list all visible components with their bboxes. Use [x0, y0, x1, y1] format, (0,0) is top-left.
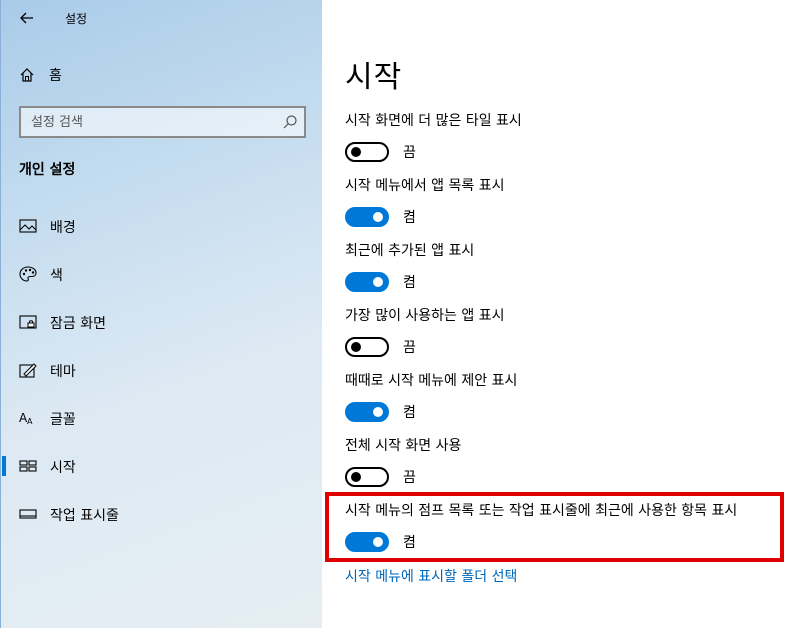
toggle-state: 켬	[403, 210, 416, 226]
most-used-toggle[interactable]	[345, 337, 389, 357]
toggle-state: 켬	[403, 275, 416, 291]
setting-most-used: 가장 많이 사용하는 앱 표시 끔	[345, 307, 785, 357]
sidebar-item-background[interactable]: 배경	[1, 208, 323, 244]
suggestions-toggle[interactable]	[345, 402, 389, 422]
taskbar-icon	[19, 509, 37, 519]
sidebar-item-lock-screen[interactable]: 잠금 화면	[1, 304, 323, 340]
svg-text:A: A	[27, 417, 33, 426]
toggle-knob	[351, 342, 361, 352]
setting-recently-added: 최근에 추가된 앱 표시 켬	[345, 242, 785, 292]
sidebar-item-label: 테마	[50, 364, 76, 380]
setting-full-screen: 전체 시작 화면 사용 끔	[345, 437, 785, 487]
sidebar-item-label: 잠금 화면	[50, 316, 106, 332]
search-input[interactable]	[31, 114, 271, 130]
start-icon	[19, 460, 37, 472]
toggle-state: 켬	[403, 405, 416, 421]
theme-icon	[19, 363, 37, 378]
lock-screen-icon	[19, 315, 37, 329]
setting-more-tiles: 시작 화면에 더 많은 타일 표시 끔	[345, 112, 785, 162]
search-icon[interactable]	[282, 114, 298, 130]
setting-suggestions: 때때로 시작 메뉴에 제안 표시 켬	[345, 372, 785, 422]
sidebar-item-taskbar[interactable]: 작업 표시줄	[1, 496, 323, 532]
app-list-toggle[interactable]	[345, 207, 389, 227]
sidebar-item-label: 시작	[50, 460, 76, 476]
font-icon: A A	[19, 411, 33, 426]
app-title: 설정	[65, 12, 88, 26]
toggle-knob	[351, 472, 361, 482]
section-title: 개인 설정	[19, 162, 76, 178]
back-button[interactable]	[15, 6, 39, 30]
setting-label: 전체 시작 화면 사용	[345, 438, 462, 454]
toggle-state: 끔	[403, 340, 416, 356]
sidebar-item-label: 글꼴	[50, 412, 76, 428]
sidebar-item-theme[interactable]: 테마	[1, 352, 323, 388]
home-label: 홈	[49, 68, 62, 84]
sidebar-item-label: 배경	[50, 220, 76, 236]
sidebar-item-label: 색	[50, 268, 63, 284]
palette-icon	[19, 266, 37, 282]
setting-label: 때때로 시작 메뉴에 제안 표시	[345, 373, 518, 389]
more-tiles-toggle[interactable]	[345, 142, 389, 162]
toggle-state: 끔	[403, 145, 416, 161]
sidebar: 설정 홈 개인 설정 배경 색	[0, 0, 322, 628]
back-arrow-icon	[20, 12, 33, 24]
sidebar-item-label: 작업 표시줄	[50, 508, 119, 524]
toggle-knob	[373, 407, 383, 417]
setting-label: 시작 화면에 더 많은 타일 표시	[345, 113, 522, 129]
toggle-state: 끔	[403, 470, 416, 486]
toggle-knob	[351, 147, 361, 157]
sidebar-item-fonts[interactable]: A A 글꼴	[1, 400, 323, 436]
page-title: 시작	[345, 60, 403, 95]
full-screen-toggle[interactable]	[345, 467, 389, 487]
title-bar: 설정	[1, 0, 323, 36]
toggle-knob	[373, 277, 383, 287]
search-box[interactable]	[19, 106, 306, 138]
setting-app-list: 시작 메뉴에서 앱 목록 표시 켬	[345, 177, 785, 227]
image-icon	[19, 219, 37, 233]
setting-label: 시작 메뉴에서 앱 목록 표시	[345, 178, 505, 194]
highlight-box	[325, 492, 784, 562]
recently-added-toggle[interactable]	[345, 272, 389, 292]
home-icon	[20, 68, 34, 82]
choose-folders-link[interactable]: 시작 메뉴에 표시할 폴더 선택	[345, 566, 517, 586]
sidebar-item-color[interactable]: 색	[1, 256, 323, 292]
home-button[interactable]: 홈	[19, 62, 299, 88]
setting-label: 가장 많이 사용하는 앱 표시	[345, 308, 505, 324]
toggle-knob	[373, 212, 383, 222]
sidebar-item-start[interactable]: 시작	[1, 448, 323, 484]
setting-label: 최근에 추가된 앱 표시	[345, 243, 475, 259]
